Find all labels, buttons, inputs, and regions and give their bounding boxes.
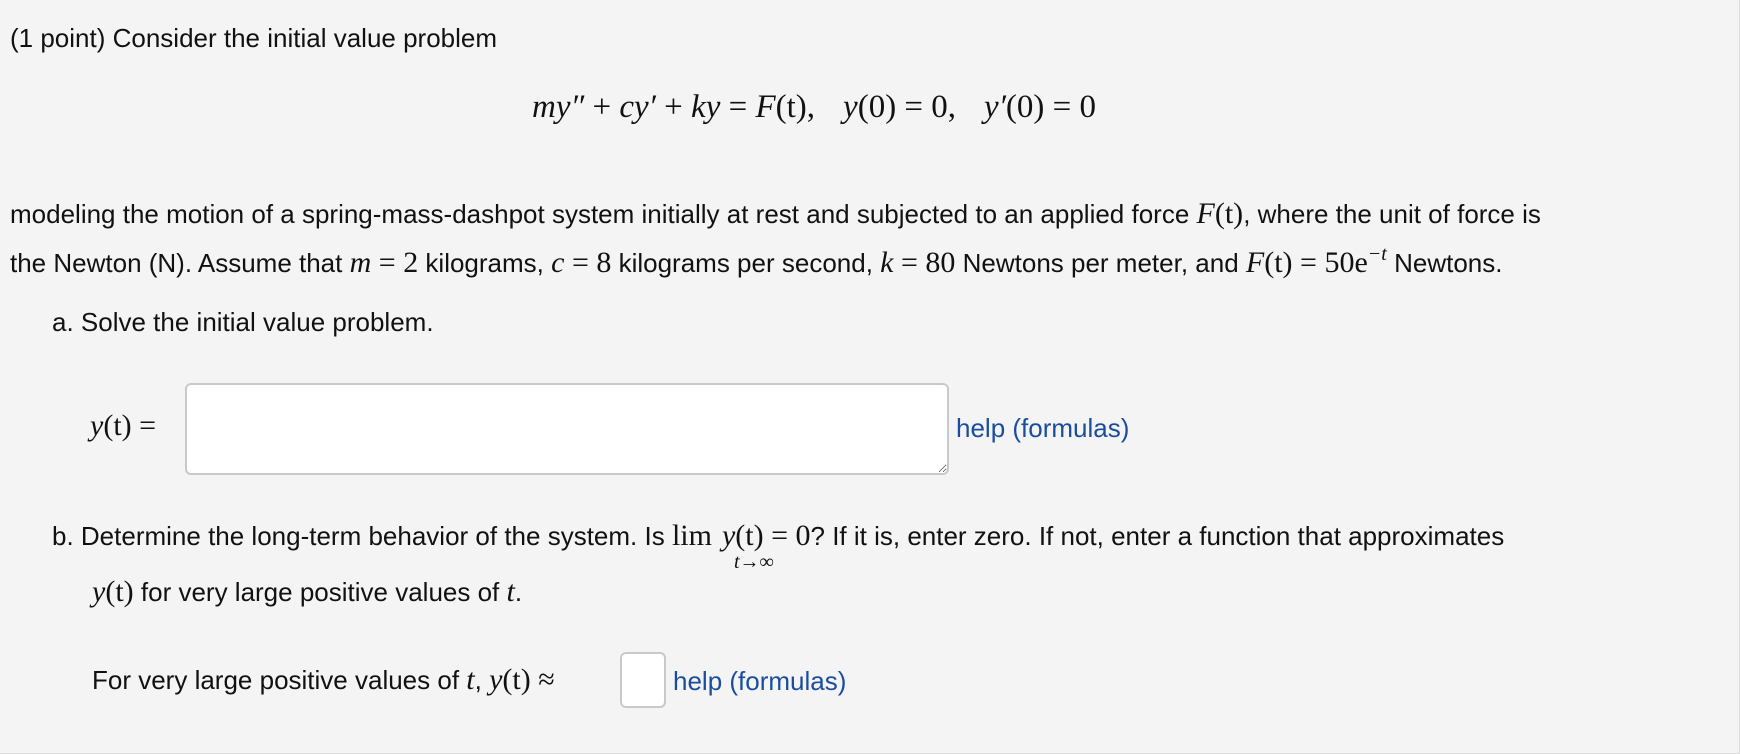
part-b-answer-label: For very large positive values of t, y(t… [92, 664, 555, 696]
part-b-y-arg: (t) [105, 575, 134, 608]
part-b-dot: . [514, 577, 523, 607]
param-k-value: 80 [925, 246, 956, 279]
part-b-answer-approx: (t) ≈ [502, 663, 555, 696]
eq-F-arg: (t), [775, 89, 816, 125]
desc-rest: , where the unit of force is [1243, 199, 1541, 229]
part-b-answer-input[interactable] [620, 652, 666, 708]
limit-operator: lim [671, 519, 712, 552]
part-b-answer-y: y [489, 663, 503, 696]
answer-a-eq: (t) = [103, 409, 157, 442]
ic1-y: y [843, 89, 858, 125]
limit-rest: (t) = 0 [735, 519, 811, 552]
param-F: F [1245, 246, 1265, 279]
limit-y: y [721, 519, 736, 552]
param-k-unit: Newtons per meter, and [955, 248, 1246, 278]
desc-text: modeling the motion of a spring-mass-das… [10, 199, 1197, 229]
part-b-help-link[interactable]: help (formulas) [673, 665, 846, 697]
eq-m: m [532, 89, 556, 125]
part-b-t: t [506, 575, 515, 608]
part-b-label-end: ? If it is, enter zero. If not, enter a … [810, 521, 1505, 551]
part-b-line-2-text: for very large positive values of [133, 577, 507, 607]
part-b-y: y [92, 575, 106, 608]
description-line-1: modeling the motion of a spring-mass-das… [10, 198, 1541, 230]
eq-y: y [705, 89, 721, 125]
eq-y-prime: y′ [634, 89, 656, 125]
part-b-answer-comma: , [474, 665, 490, 695]
desc-F: F [1196, 197, 1215, 230]
ic2-y-prime: y′ [984, 89, 1006, 125]
desc2-start: the Newton (N). Assume that [10, 248, 350, 278]
param-F-arg: (t) [1264, 246, 1293, 279]
param-m-unit: kilograms, [418, 248, 552, 278]
eq-k: k [691, 89, 706, 125]
param-F-eq: = [1292, 246, 1325, 279]
description-line-2: the Newton (N). Assume that m = 2 kilogr… [10, 238, 1502, 279]
desc-F-arg: (t) [1214, 197, 1244, 230]
part-b-answer-prefix: For very large positive values of [92, 665, 467, 695]
problem-intro: (1 point) Consider the initial value pro… [10, 23, 498, 53]
param-c-unit: kilograms per second, [611, 248, 881, 278]
eq-c: c [619, 89, 635, 125]
part-a-answer-input[interactable] [185, 383, 949, 475]
param-F-exponent: −t [1367, 243, 1387, 265]
param-c: c [551, 246, 565, 279]
limit-subscript: t→∞ [734, 551, 774, 573]
part-a-answer-label: y(t) = [90, 410, 156, 442]
answer-a-y: y [90, 409, 104, 442]
ic1-rest: (0) = 0, [857, 89, 957, 125]
eq-y-double-prime: y″ [555, 89, 585, 125]
param-m-eq: = [371, 246, 404, 279]
param-k-eq: = [893, 246, 926, 279]
part-b-label-start: b. Determine the long-term behavior of t… [52, 521, 672, 551]
param-m: m [349, 246, 372, 279]
param-F-unit: Newtons. [1386, 248, 1503, 278]
ivp-equation: my″ + cy′ + ky = F(t), y(0) = 0, y′(0) = 0 [532, 88, 1096, 126]
eq-plus-1: + [584, 89, 620, 125]
param-F-value: 50e [1324, 246, 1368, 279]
param-k: k [880, 246, 894, 279]
eq-plus-2: + [655, 89, 692, 125]
part-b-line-1: b. Determine the long-term behavior of t… [52, 520, 1504, 552]
problem-panel: (1 point) Consider the initial value pro… [0, 0, 1740, 754]
ic2-rest: (0) = 0 [1005, 89, 1097, 125]
part-b-answer-t: t [466, 663, 475, 696]
part-a-label: a. Solve the initial value problem. [52, 307, 434, 337]
eq-F: F [755, 89, 776, 125]
param-c-eq: = [564, 246, 597, 279]
eq-equals: = [720, 89, 756, 125]
param-c-value: 8 [596, 246, 612, 279]
part-b-line-2: y(t) for very large positive values of t… [92, 576, 522, 608]
part-a-help-link[interactable]: help (formulas) [956, 412, 1129, 444]
param-m-value: 2 [403, 246, 419, 279]
